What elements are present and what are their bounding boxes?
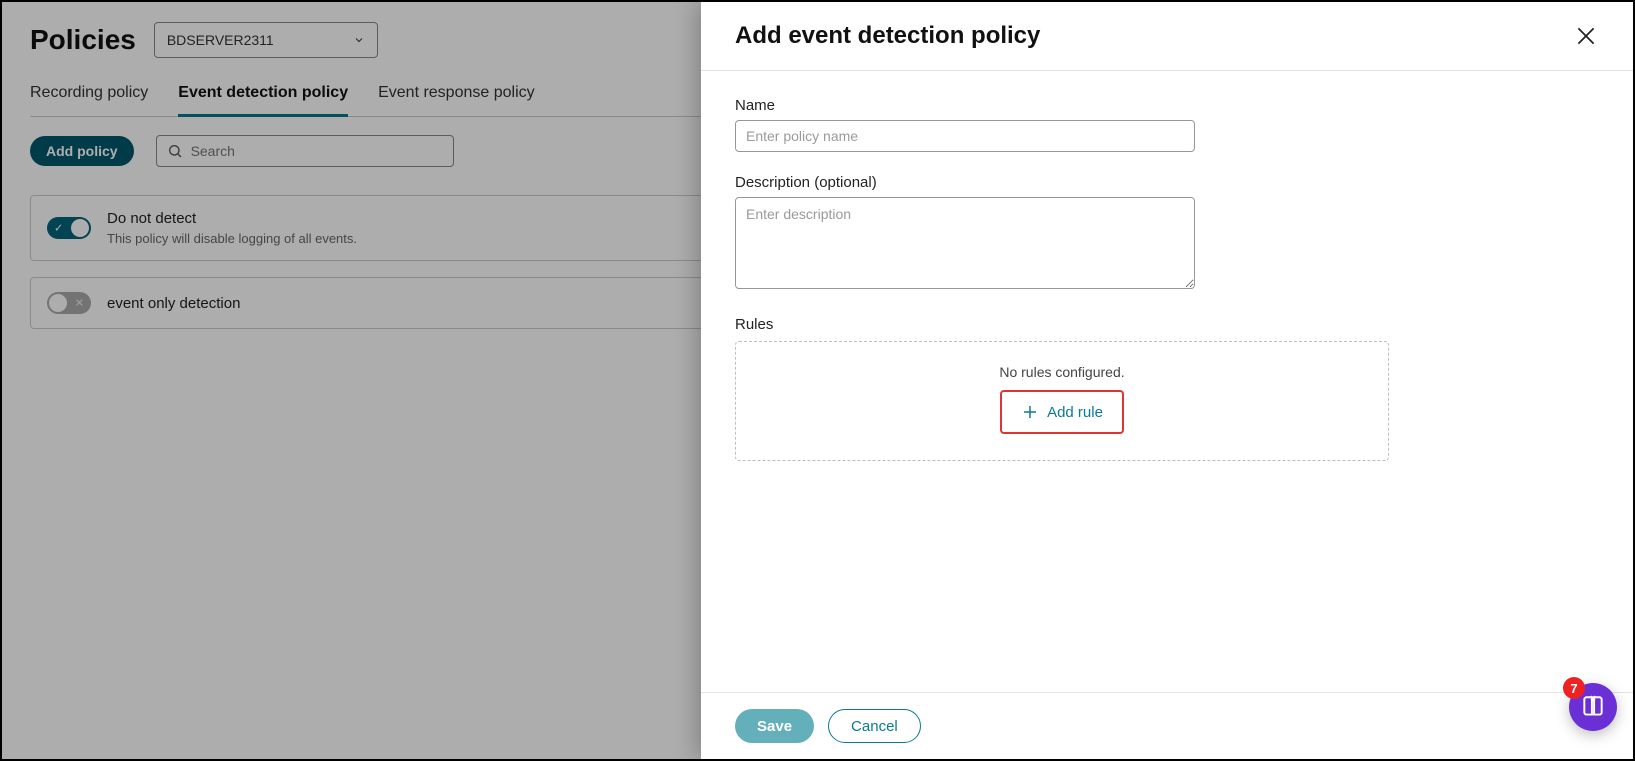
- name-field-label: Name: [735, 97, 1599, 114]
- tab-event-response-policy[interactable]: Event response policy: [378, 76, 535, 116]
- policy-name: event only detection: [107, 295, 240, 312]
- chevron-down-icon: [353, 34, 365, 46]
- policy-toggle[interactable]: ✕: [47, 292, 91, 314]
- add-rule-label: Add rule: [1047, 404, 1103, 421]
- add-rule-button[interactable]: Add rule: [1006, 396, 1118, 428]
- policy-description-input[interactable]: [735, 197, 1195, 289]
- help-book-icon: [1580, 694, 1606, 720]
- rules-field-label: Rules: [735, 316, 1599, 333]
- close-icon[interactable]: [1573, 23, 1599, 49]
- page-title: Policies: [30, 24, 136, 56]
- server-selector[interactable]: BDSERVER2311: [154, 22, 378, 58]
- add-rule-highlight: Add rule: [1000, 390, 1124, 434]
- search-input[interactable]: [191, 143, 443, 159]
- description-field-label: Description (optional): [735, 174, 1599, 191]
- add-policy-button[interactable]: Add policy: [30, 136, 134, 166]
- search-icon: [167, 143, 183, 159]
- server-selected-label: BDSERVER2311: [167, 32, 274, 48]
- no-rules-text: No rules configured.: [999, 364, 1124, 380]
- save-button[interactable]: Save: [735, 709, 814, 743]
- policy-toggle[interactable]: ✓: [47, 217, 91, 239]
- help-fab[interactable]: 7: [1569, 683, 1617, 731]
- cancel-button[interactable]: Cancel: [828, 709, 921, 743]
- policy-description: This policy will disable logging of all …: [107, 231, 357, 246]
- plus-icon: [1021, 403, 1039, 421]
- panel-title: Add event detection policy: [735, 22, 1040, 50]
- check-icon: ✓: [54, 222, 63, 235]
- tab-recording-policy[interactable]: Recording policy: [30, 76, 148, 116]
- policy-name: Do not detect: [107, 210, 357, 227]
- add-event-detection-policy-panel: Add event detection policy Name Descript…: [701, 2, 1633, 759]
- policy-name-input[interactable]: [735, 120, 1195, 152]
- help-notification-badge: 7: [1563, 677, 1585, 699]
- tab-event-detection-policy[interactable]: Event detection policy: [178, 76, 348, 117]
- search-input-wrapper[interactable]: [156, 135, 454, 167]
- x-icon: ✕: [75, 297, 84, 310]
- rules-empty-state: No rules configured. Add rule: [735, 341, 1389, 461]
